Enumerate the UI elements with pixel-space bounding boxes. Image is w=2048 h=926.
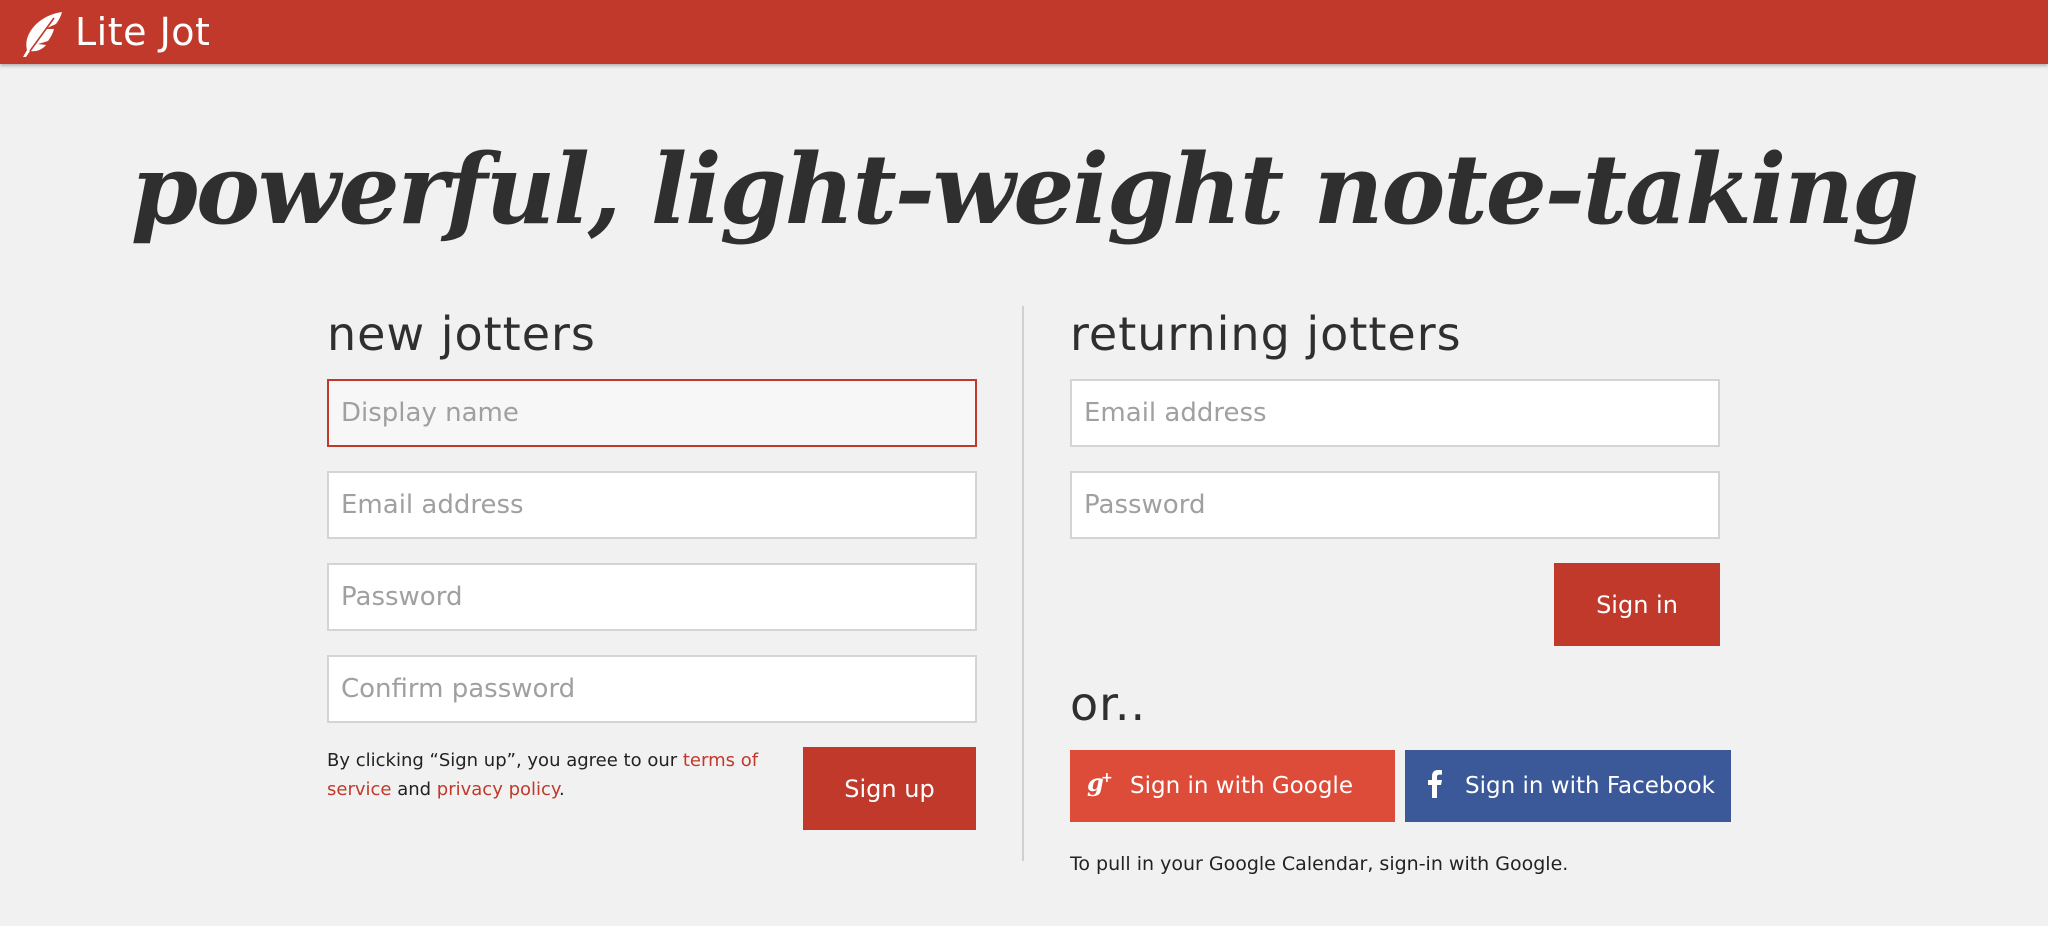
returning-jotters-heading: returning jotters	[1070, 307, 1462, 361]
signup-email-field[interactable]	[327, 471, 977, 539]
facebook-signin-label: Sign in with Facebook	[1465, 773, 1715, 799]
calendar-note: To pull in your Google Calendar, sign-in…	[1070, 853, 1569, 875]
terms-suffix: .	[559, 779, 565, 800]
brand-name[interactable]: Lite Jot	[75, 6, 210, 58]
top-bar: Lite Jot	[0, 0, 2048, 64]
facebook-signin-button[interactable]: Sign in with Facebook	[1405, 750, 1731, 822]
hero-title: powerful, light-weight note-taking	[130, 133, 1919, 246]
feather-icon[interactable]	[18, 10, 64, 58]
svg-text:+: +	[1101, 770, 1113, 786]
confirm-password-field[interactable]	[327, 655, 977, 723]
sign-up-button[interactable]: Sign up	[803, 747, 976, 830]
signin-password-field[interactable]	[1070, 471, 1720, 539]
or-separator: or..	[1070, 677, 1147, 731]
facebook-icon	[1405, 768, 1465, 804]
signup-password-field[interactable]	[327, 563, 977, 631]
privacy-policy-link[interactable]: privacy policy	[437, 779, 559, 800]
terms-middle: and	[391, 779, 437, 800]
google-signin-label: Sign in with Google	[1130, 773, 1353, 799]
signin-email-field[interactable]	[1070, 379, 1720, 447]
new-jotters-heading: new jotters	[327, 307, 596, 361]
terms-text: By clicking “Sign up”, you agree to our …	[327, 746, 777, 804]
google-signin-button[interactable]: g + Sign in with Google	[1070, 750, 1395, 822]
column-divider	[1022, 306, 1024, 861]
display-name-field[interactable]	[327, 379, 977, 447]
terms-prefix: By clicking “Sign up”, you agree to our	[327, 750, 683, 771]
sign-in-button[interactable]: Sign in	[1554, 563, 1720, 646]
google-plus-icon: g +	[1070, 768, 1130, 803]
